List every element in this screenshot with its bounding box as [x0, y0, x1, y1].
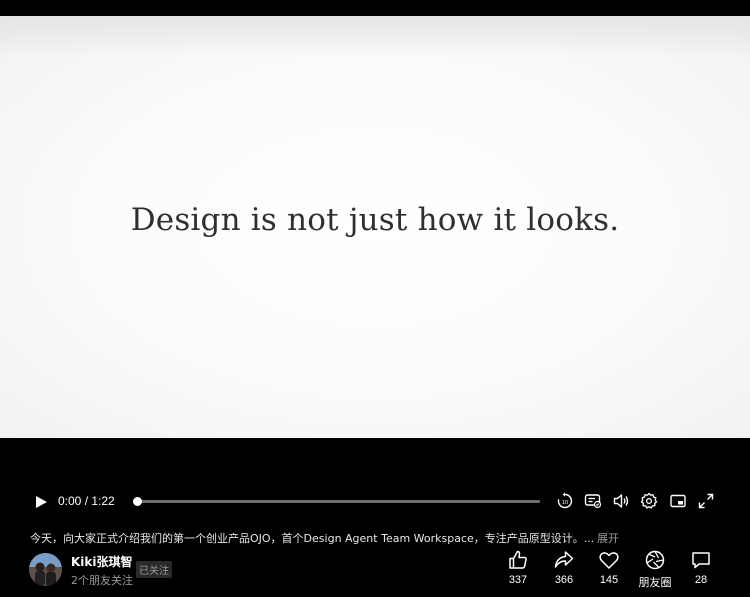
description-text: 今天，向大家正式介绍我们的第一个创业产品OJO，首个Design Agent T… [30, 532, 595, 545]
share-count: 366 [554, 574, 574, 586]
settings-button[interactable] [640, 492, 658, 510]
video-caption: Design is not just how it looks. [130, 202, 620, 238]
player-controls: 0:00 / 1:22 10 [0, 486, 750, 516]
danmaku-icon [584, 494, 602, 509]
heart-icon [599, 552, 619, 569]
rewind-10-icon: 10 [557, 492, 573, 509]
settings-icon [640, 492, 658, 509]
picture-in-picture-button[interactable] [669, 492, 687, 510]
fullscreen-icon [698, 493, 714, 509]
danmaku-button[interactable] [584, 492, 602, 510]
video-player[interactable]: Design is not just how it looks. [0, 16, 750, 438]
svg-text:10: 10 [562, 500, 568, 506]
comment-count: 28 [694, 574, 708, 586]
progress-bar[interactable] [133, 497, 540, 506]
favorite-count: 145 [599, 574, 619, 586]
progress-knob[interactable] [133, 497, 142, 506]
moments-label: 朋友圈 [638, 577, 672, 589]
share-button[interactable]: 366 [544, 549, 584, 586]
play-button[interactable] [34, 494, 48, 508]
rewind-10-button[interactable]: 10 [556, 492, 574, 510]
time-display: 0:00 / 1:22 [58, 494, 115, 508]
moments-button[interactable]: 朋友圈 [635, 549, 675, 590]
like-count: 337 [508, 574, 528, 586]
play-icon [36, 496, 47, 508]
volume-icon [613, 494, 629, 508]
aperture-icon [645, 550, 665, 570]
video-top-shade [0, 16, 750, 56]
author-name[interactable]: Kiki张琪智 [71, 553, 133, 570]
comment-icon [692, 552, 710, 569]
volume-button[interactable] [612, 492, 630, 510]
post-description: 今天，向大家正式介绍我们的第一个创业产品OJO，首个Design Agent T… [30, 528, 730, 546]
follow-status-badge[interactable]: 已关注 [136, 561, 172, 578]
friends-following: 2个朋友关注 [71, 574, 133, 587]
thumbs-up-icon [509, 550, 527, 569]
favorite-button[interactable]: 145 [589, 549, 629, 586]
picture-in-picture-icon [670, 494, 686, 508]
share-icon [554, 551, 574, 568]
avatar[interactable] [29, 553, 62, 586]
avatar-image [29, 553, 62, 586]
like-button[interactable]: 337 [498, 549, 538, 586]
expand-link[interactable]: 展开 [597, 530, 619, 546]
comment-button[interactable]: 28 [681, 549, 721, 586]
fullscreen-button[interactable] [697, 492, 715, 510]
